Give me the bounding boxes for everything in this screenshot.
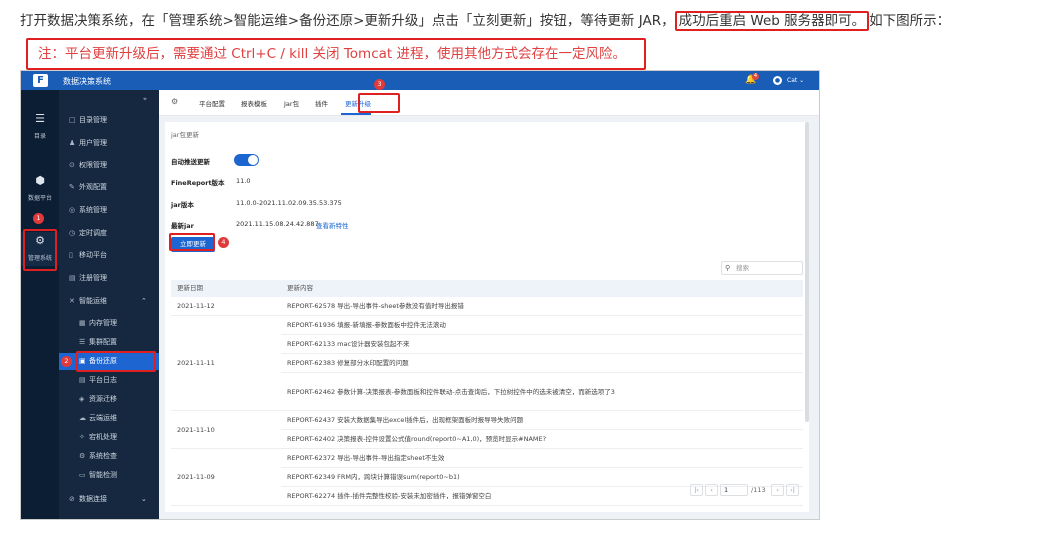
menu-item-schedule[interactable]: ◷ 定时调度 [59,225,159,242]
table-row: REPORT-61936 填报-新填报-参数面板中控件无法滚动 [281,316,803,335]
rail-item-data-platform[interactable]: ⬢ 数据平台 [21,174,59,202]
table-row: REPORT-62383 修复部分水印配置的问题 [281,354,803,373]
menu-item-catalog[interactable]: □ 目录管理 [59,112,159,129]
menu-item-cloud[interactable]: ☁ 云端运维 [59,410,159,427]
version-label: FineReport版本 [171,179,225,187]
highlight-frame-update-tab [358,93,400,113]
tab-report-template[interactable]: 报表模板 [241,98,267,108]
doc-text-a: 打开数据决策系统，在「管理系统>智能运维>备份还原>更新升级」点击「立刻更新」按… [20,13,675,29]
table-row: REPORT-62402 决策报表-控件设置公式值round(report0~A… [281,430,803,449]
notification-badge: 4 [752,73,759,80]
chevron-down-icon: ⌄ [799,77,805,84]
table-row: REPORT-62462 参数计算-决策报表-参数面板和控件联动-点击查询后，下… [281,373,803,411]
details-link[interactable]: 查看新特性 [316,220,349,230]
app-logo: F [33,74,48,87]
date-cell: 2021-11-11 [171,316,281,411]
menu-item-mobile[interactable]: ▯ 移动平台 [59,247,159,264]
date-cell: 2021-11-09 [171,449,281,506]
table-header: 更新日期 更新内容 [171,280,803,297]
tab-underline [341,113,371,115]
icon-rail: ☰ 目录 ⬢ 数据平台 ⚙ 管理系统 [21,90,59,519]
menu-item-ops[interactable]: ✕ 智能运维 ⌃ [59,293,159,310]
doc-text-c: 如下图所示： [869,13,951,29]
jar-label: jar版本 [171,201,194,209]
tab-jar[interactable]: Jar包 [284,98,299,108]
menu-item-crash[interactable]: ✧ 宕机处理 [59,429,159,446]
date-cell: 2021-11-10 [171,411,281,449]
pin-icon[interactable]: ⌖ [143,95,147,104]
tab-bar: ⚙ 平台配置 报表模板 Jar包 插件 更新升级 [159,90,819,116]
highlight-frame-backup [76,351,156,372]
search-input[interactable]: ⚲ 搜索 [721,261,803,275]
search-icon: ⚲ [725,264,731,272]
menu-item-logs[interactable]: ▤ 平台日志 [59,372,159,389]
step-marker-4: 4 [218,237,229,248]
rail-item-catalog[interactable]: ☰ 目录 [21,112,59,140]
menu-item-data-connection[interactable]: ⊘ 数据连接 ⌄ [59,491,159,508]
list-icon: ☰ [35,112,45,125]
page-total: /113 [751,486,766,494]
update-panel: jar包更新 自动推送更新 FineReport版本 11.0 jar版本 11… [165,122,809,512]
prev-page-button[interactable]: ‹ [705,484,718,496]
menu-item-migration[interactable]: ◈ 资源迁移 [59,391,159,408]
app-screenshot: F 数据决策系统 🔔 4 ● Cat ⌄ ☰ 目录 ⬢ 数据平台 ⚙ 管理系统 … [20,70,820,520]
doc-note: 注：平台更新升级后，需要通过 Ctrl+C / kill 关闭 Tomcat 进… [26,38,646,70]
chevron-down-icon: ⌄ [141,495,147,503]
date-cell: 2021-11-12 [171,297,281,316]
menu-item-users[interactable]: ♟ 用户管理 [59,135,159,152]
table-row: REPORT-62578 导出-导出事件-sheet参数没有值时导出报错 [281,297,803,316]
app-topbar: F 数据决策系统 🔔 4 ● Cat ⌄ [21,71,819,90]
section-title: jar包更新 [171,131,199,139]
chevron-up-icon: ⌃ [141,297,147,305]
doc-highlight: 成功后重启 Web 服务器即可。 [674,11,870,31]
next-page-button[interactable]: › [771,484,784,496]
step-marker-1: 1 [33,213,44,224]
latest-value: 2021.11.15.08.24.42.887 [236,220,319,228]
highlight-frame-management [23,229,57,271]
avatar[interactable]: ● [773,76,782,85]
user-name[interactable]: Cat ⌄ [787,77,804,84]
menu-item-memory[interactable]: ▦ 内存管理 [59,315,159,332]
menu-item-check[interactable]: ⚙ 系统检查 [59,448,159,465]
menu-item-registration[interactable]: ▤ 注册管理 [59,270,159,287]
header-content: 更新内容 [287,284,313,292]
main-area: ⚙ 平台配置 报表模板 Jar包 插件 更新升级 3 jar包更新 自动推送更新… [159,79,819,519]
auto-update-toggle[interactable] [234,154,259,166]
menu-item-permissions[interactable]: ⊙ 权限管理 [59,157,159,174]
step-marker-3: 3 [374,79,385,90]
menu-item-cluster[interactable]: ☰ 集群配置 [59,334,159,351]
table-row: REPORT-62133 mac设计器安装包起不来 [281,335,803,354]
table-row: REPORT-62437 安装大数据集导出excel插件后，出现框架面板时报导导… [281,411,803,430]
settings-icon[interactable]: ⚙ [171,97,178,106]
first-page-button[interactable]: |‹ [690,484,703,496]
scrollbar[interactable] [805,122,809,422]
tab-platform-config[interactable]: 平台配置 [199,98,225,108]
step-marker-2: 2 [61,356,72,367]
cube-icon: ⬢ [35,174,45,187]
latest-label: 最新jar [171,222,194,230]
menu-item-detect[interactable]: ▭ 智能检测 [59,467,159,484]
doc-paragraph: 打开数据决策系统，在「管理系统>智能运维>备份还原>更新升级」点击「立刻更新」按… [20,10,950,32]
sidebar-menu: ⌖ □ 目录管理 ♟ 用户管理 ⊙ 权限管理 ✎ 外观配置 ◎ 系统管理 ◷ 定时调度 ▯ 移… [59,90,159,519]
version-value: 11.0 [236,177,251,185]
table-row: REPORT-62372 导出-导出事件-导出指定sheet不生效 [281,449,803,468]
menu-item-appearance[interactable]: ✎ 外观配置 [59,179,159,196]
app-title: 数据决策系统 [63,77,111,86]
page-input[interactable]: 1 [720,484,748,496]
last-page-button[interactable]: ›| [786,484,799,496]
jar-value: 11.0.0-2021.11.02.09.35.53.375 [236,199,342,207]
tab-plugins[interactable]: 插件 [315,98,328,108]
header-date: 更新日期 [177,284,203,292]
menu-item-system[interactable]: ◎ 系统管理 [59,202,159,219]
auto-update-label: 自动推送更新 [171,158,210,166]
highlight-frame-update-button [169,233,215,251]
